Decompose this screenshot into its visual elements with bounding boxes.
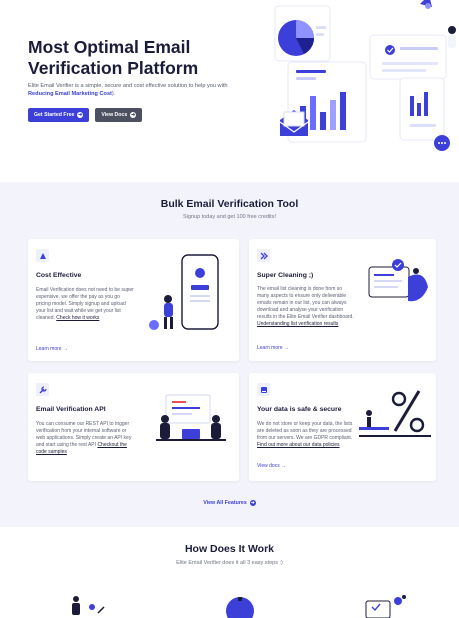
hero-desc-prefix: Elite Email Verifier is a simple, secure…: [28, 83, 228, 89]
wrench-icon: [36, 383, 49, 396]
step-3-illustration: [365, 595, 406, 618]
card-title: Cost Effective: [36, 272, 82, 279]
how-title: How Does It Work: [184, 543, 275, 555]
view-docs-label: View Docs: [101, 112, 128, 118]
percent-discount-illustration: [359, 390, 431, 437]
learn-more-link[interactable]: Learn more →: [257, 345, 289, 351]
step-1-illustration: [72, 596, 105, 615]
view-all-features-link[interactable]: View All Features ➔: [0, 500, 459, 506]
card-body-text: The email list cleaning is done from so …: [257, 286, 354, 321]
get-started-label: Get Started Free: [34, 112, 75, 118]
view-all-label: View All Features: [203, 500, 247, 506]
arrow-right-icon: ➔: [77, 111, 84, 118]
card-body: The email list cleaning is done from so …: [257, 286, 355, 329]
hero-description: Elite Email Verifier is a simple, secure…: [28, 82, 248, 98]
api-developers-illustration: [156, 394, 226, 441]
hero-dashboard-illustration: [274, 0, 456, 151]
double-chevron-icon: [257, 249, 270, 262]
hero-desc-highlight: Reducing Email Marketing Cost: [28, 91, 112, 97]
hero-section: Most Optimal Email Verification Platform…: [0, 0, 459, 182]
features-title: Bulk Email Verification Tool: [160, 198, 299, 210]
feature-card-data-safe: Your data is safe & secure We do not sto…: [249, 373, 436, 481]
hero-desc-suffix: ).: [111, 91, 116, 97]
card-title: Your data is safe & secure: [257, 406, 342, 413]
card-body: You can consume our REST API to trigger …: [36, 421, 134, 456]
view-docs-link[interactable]: View docs →: [257, 463, 286, 469]
tag-icon: [36, 249, 49, 262]
view-docs-button[interactable]: View Docs ➔: [95, 108, 143, 122]
hero-buttons: Get Started Free ➔ View Docs ➔: [28, 108, 143, 122]
card-title: Email Verification API: [36, 406, 106, 413]
feature-card-api: Email Verification API You can consume o…: [28, 373, 239, 481]
feature-card-cost-effective: Cost Effective Email Verification does n…: [28, 239, 239, 361]
phone-user-illustration: [149, 254, 219, 330]
features-subtitle: Signup today and get 100 free credits!: [183, 214, 276, 220]
feature-card-super-cleaning: Super Cleaning ;) The email list cleanin…: [249, 239, 436, 361]
arrow-right-icon: ➔: [130, 111, 137, 118]
card-link[interactable]: Check how it works: [56, 315, 99, 321]
card-body: Email Verification does not need to be s…: [36, 287, 134, 322]
get-started-button[interactable]: Get Started Free ➔: [28, 108, 90, 122]
card-link[interactable]: Understanding list verification results: [257, 321, 338, 327]
features-section: Bulk Email Verification Tool Signup toda…: [0, 182, 459, 527]
hero-title: Most Optimal Email Verification Platform: [28, 37, 199, 78]
card-title: Super Cleaning ;): [257, 272, 314, 279]
card-link[interactable]: Find out more about our data policies: [257, 442, 340, 448]
how-subtitle: Elite Email Verifier does it all 3 easy …: [176, 560, 283, 566]
step-2-illustration: [226, 597, 254, 618]
card-body-text: We do not store or keep your data, the l…: [257, 421, 353, 442]
card-body: We do not store or keep your data, the l…: [257, 421, 355, 449]
learn-more-link[interactable]: Learn more →: [36, 346, 68, 352]
how-it-works-section: How Does It Work Elite Email Verifier do…: [0, 527, 459, 618]
list-cleaning-illustration: [368, 259, 428, 302]
storage-icon: [257, 383, 270, 396]
arrow-right-icon: ➔: [249, 500, 256, 506]
